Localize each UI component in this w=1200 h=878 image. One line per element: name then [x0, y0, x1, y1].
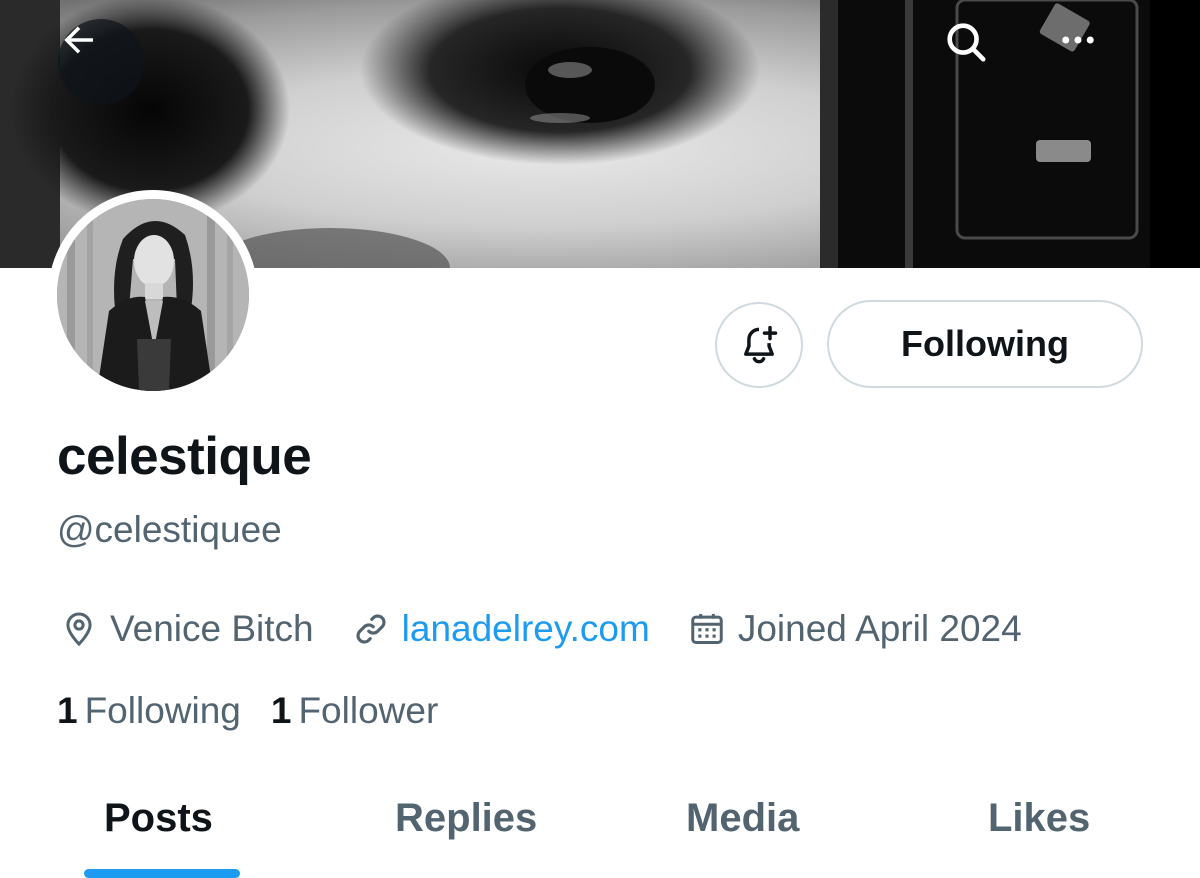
link-icon [356, 614, 386, 644]
location-item: Venice Bitch [60, 608, 314, 650]
tab-likes[interactable]: Likes [988, 790, 1090, 846]
profile-stats: 1 Following 1 Follower [57, 688, 438, 734]
website-item[interactable]: lanadelrey.com [352, 608, 650, 650]
back-button[interactable] [58, 19, 144, 105]
profile-meta: Venice Bitch lanadelrey.com Joined April… [60, 604, 1022, 654]
following-count: 1 [57, 690, 78, 731]
avatar[interactable] [48, 190, 258, 400]
display-name: celestique [57, 427, 312, 486]
search-icon [947, 23, 986, 62]
calendar-icon [691, 613, 723, 644]
active-tab-indicator [84, 869, 240, 878]
following-stat[interactable]: 1 Following [57, 690, 241, 732]
handle: @celestiquee [57, 509, 282, 550]
followers-stat[interactable]: 1 Follower [271, 690, 438, 732]
joined-item: Joined April 2024 [688, 608, 1022, 650]
bell-plus-icon [744, 325, 778, 364]
more-horizontal-icon [1062, 36, 1094, 44]
tab-posts[interactable]: Posts [104, 790, 213, 846]
notifications-button[interactable] [715, 302, 803, 388]
more-options-button[interactable] [1057, 19, 1143, 105]
joined-text: Joined April 2024 [737, 608, 1022, 649]
search-button[interactable] [943, 19, 1029, 105]
tab-replies[interactable]: Replies [395, 790, 537, 846]
website-link[interactable]: lanadelrey.com [402, 608, 650, 650]
arrow-left-icon [64, 26, 93, 54]
tab-media[interactable]: Media [686, 790, 799, 846]
following-label: Following [84, 690, 241, 731]
followers-count: 1 [270, 690, 292, 731]
followers-label: Follower [298, 690, 439, 731]
location-pin-icon [66, 612, 92, 647]
avatar-image [57, 199, 249, 391]
location-text: Venice Bitch [110, 608, 314, 649]
following-button[interactable]: Following [827, 300, 1143, 388]
